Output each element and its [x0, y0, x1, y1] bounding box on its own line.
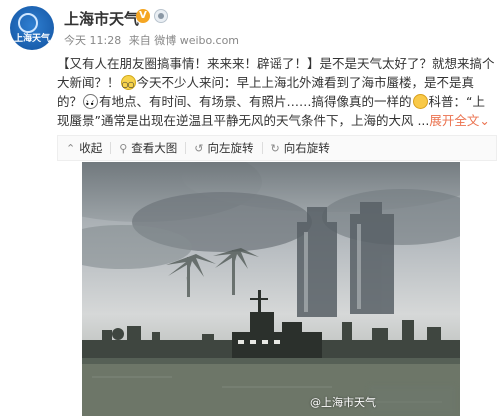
- chevron-down-icon: ⌄: [479, 113, 490, 128]
- expand-full-text-link[interactable]: 展开全文⌄: [429, 113, 490, 128]
- rotate-right-button[interactable]: ↻ 向右旋转: [263, 136, 338, 160]
- globe-icon: [18, 13, 38, 33]
- rotate-right-label: 向右旋转: [283, 141, 330, 155]
- view-large-label: 查看大图: [131, 141, 178, 155]
- more-options-icon[interactable]: [476, 10, 490, 24]
- post-photo[interactable]: @上海市天气: [82, 162, 460, 416]
- post-text-seg3: 有地点、有时间、有场景、有照片……搞得像真的一样的: [99, 94, 412, 109]
- drool-emoji-icon: [412, 94, 428, 109]
- post-source[interactable]: 来自 微博 weibo.com: [129, 34, 239, 47]
- rotate-left-button[interactable]: ↺ 向左旋转: [186, 136, 261, 160]
- blurred-overlay: [369, 386, 455, 414]
- weibo-post-card: 上海天气 上海市天气 V 今天 11:28 来自 微博 weibo.com 【又…: [0, 0, 500, 418]
- collapse-button[interactable]: ⌃ 收起: [58, 136, 110, 160]
- avatar[interactable]: 上海天气: [10, 6, 54, 50]
- post-header: 上海天气 上海市天气 V 今天 11:28 来自 微博 weibo.com: [0, 0, 500, 54]
- post-meta: 今天 11:28 来自 微博 weibo.com: [64, 32, 243, 48]
- rotate-left-icon: ↺: [194, 141, 204, 155]
- member-badge-icon: [154, 9, 168, 23]
- rotate-right-icon: ↻: [270, 141, 280, 155]
- image-toolbar: ⌃ 收起 ⚲ 查看大图 ↺ 向左旋转 ↻ 向右旋转: [57, 135, 497, 161]
- rotate-left-label: 向左旋转: [207, 141, 254, 155]
- magnifier-icon: ⚲: [119, 141, 128, 155]
- post-text: 【又有人在朋友圈搞事情！来来来！辟谣了！】是不是天气太好了？就想来搞个大新闻？！…: [57, 54, 495, 130]
- view-large-button[interactable]: ⚲ 查看大图: [111, 136, 185, 160]
- glasses-emoji-icon: [120, 75, 136, 94]
- expand-full-text-label: 展开全文: [429, 113, 480, 128]
- collapse-icon: ⌃: [66, 141, 76, 155]
- post-time[interactable]: 今天 11:28: [64, 34, 121, 47]
- image-watermark: @上海市天气: [310, 396, 376, 409]
- user-name[interactable]: 上海市天气: [64, 8, 139, 29]
- skyline-photo-illustration: [82, 162, 460, 416]
- panda-emoji-icon: [83, 94, 99, 114]
- verified-badge-icon: V: [136, 9, 150, 23]
- collapse-label: 收起: [79, 141, 103, 155]
- avatar-logo-text: 上海天气: [13, 34, 50, 44]
